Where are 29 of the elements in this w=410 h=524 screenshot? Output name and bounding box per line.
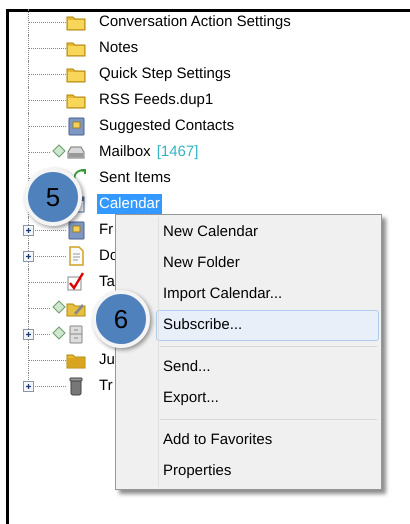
folder-label[interactable]: Ju	[97, 350, 117, 370]
menu-item[interactable]: Export...	[156, 383, 379, 414]
menu-item[interactable]: New Folder	[156, 248, 379, 279]
folder-label[interactable]: Sent Items	[97, 168, 173, 188]
expand-icon[interactable]	[23, 251, 34, 262]
step-badge: 6	[92, 290, 150, 348]
expand-icon[interactable]	[23, 381, 34, 392]
menu-item[interactable]: Properties	[156, 456, 379, 487]
folder-label[interactable]: Mailbox	[97, 142, 153, 162]
folder-label[interactable]: RSS Feeds.dup1	[97, 90, 216, 110]
folder-label[interactable]: Fr	[97, 220, 116, 240]
address-book-icon	[66, 116, 86, 136]
folder-label[interactable]: Tr	[97, 376, 115, 396]
folder-label[interactable]: Conversation Action Settings	[97, 12, 293, 32]
folder-label[interactable]: Ta	[97, 272, 117, 292]
step-badge: 5	[24, 168, 82, 226]
address-book-icon	[66, 220, 86, 240]
folder-label[interactable]: Suggested Contacts	[97, 116, 236, 136]
menu-item[interactable]: Send...	[156, 352, 379, 383]
sent-icon	[74, 169, 86, 181]
folder-label[interactable]: Notes	[97, 38, 140, 58]
menu-item[interactable]: New Calendar	[156, 217, 379, 248]
menu-item[interactable]: Import Calendar...	[156, 279, 379, 310]
folder-label[interactable]: Quick Step Settings	[97, 64, 233, 84]
unread-count: [1467]	[156, 142, 198, 162]
expand-icon[interactable]	[23, 225, 34, 236]
expand-icon[interactable]	[23, 329, 34, 340]
menu-item[interactable]: Subscribe...	[156, 310, 379, 341]
menu-item[interactable]: Add to Favorites	[156, 425, 379, 456]
